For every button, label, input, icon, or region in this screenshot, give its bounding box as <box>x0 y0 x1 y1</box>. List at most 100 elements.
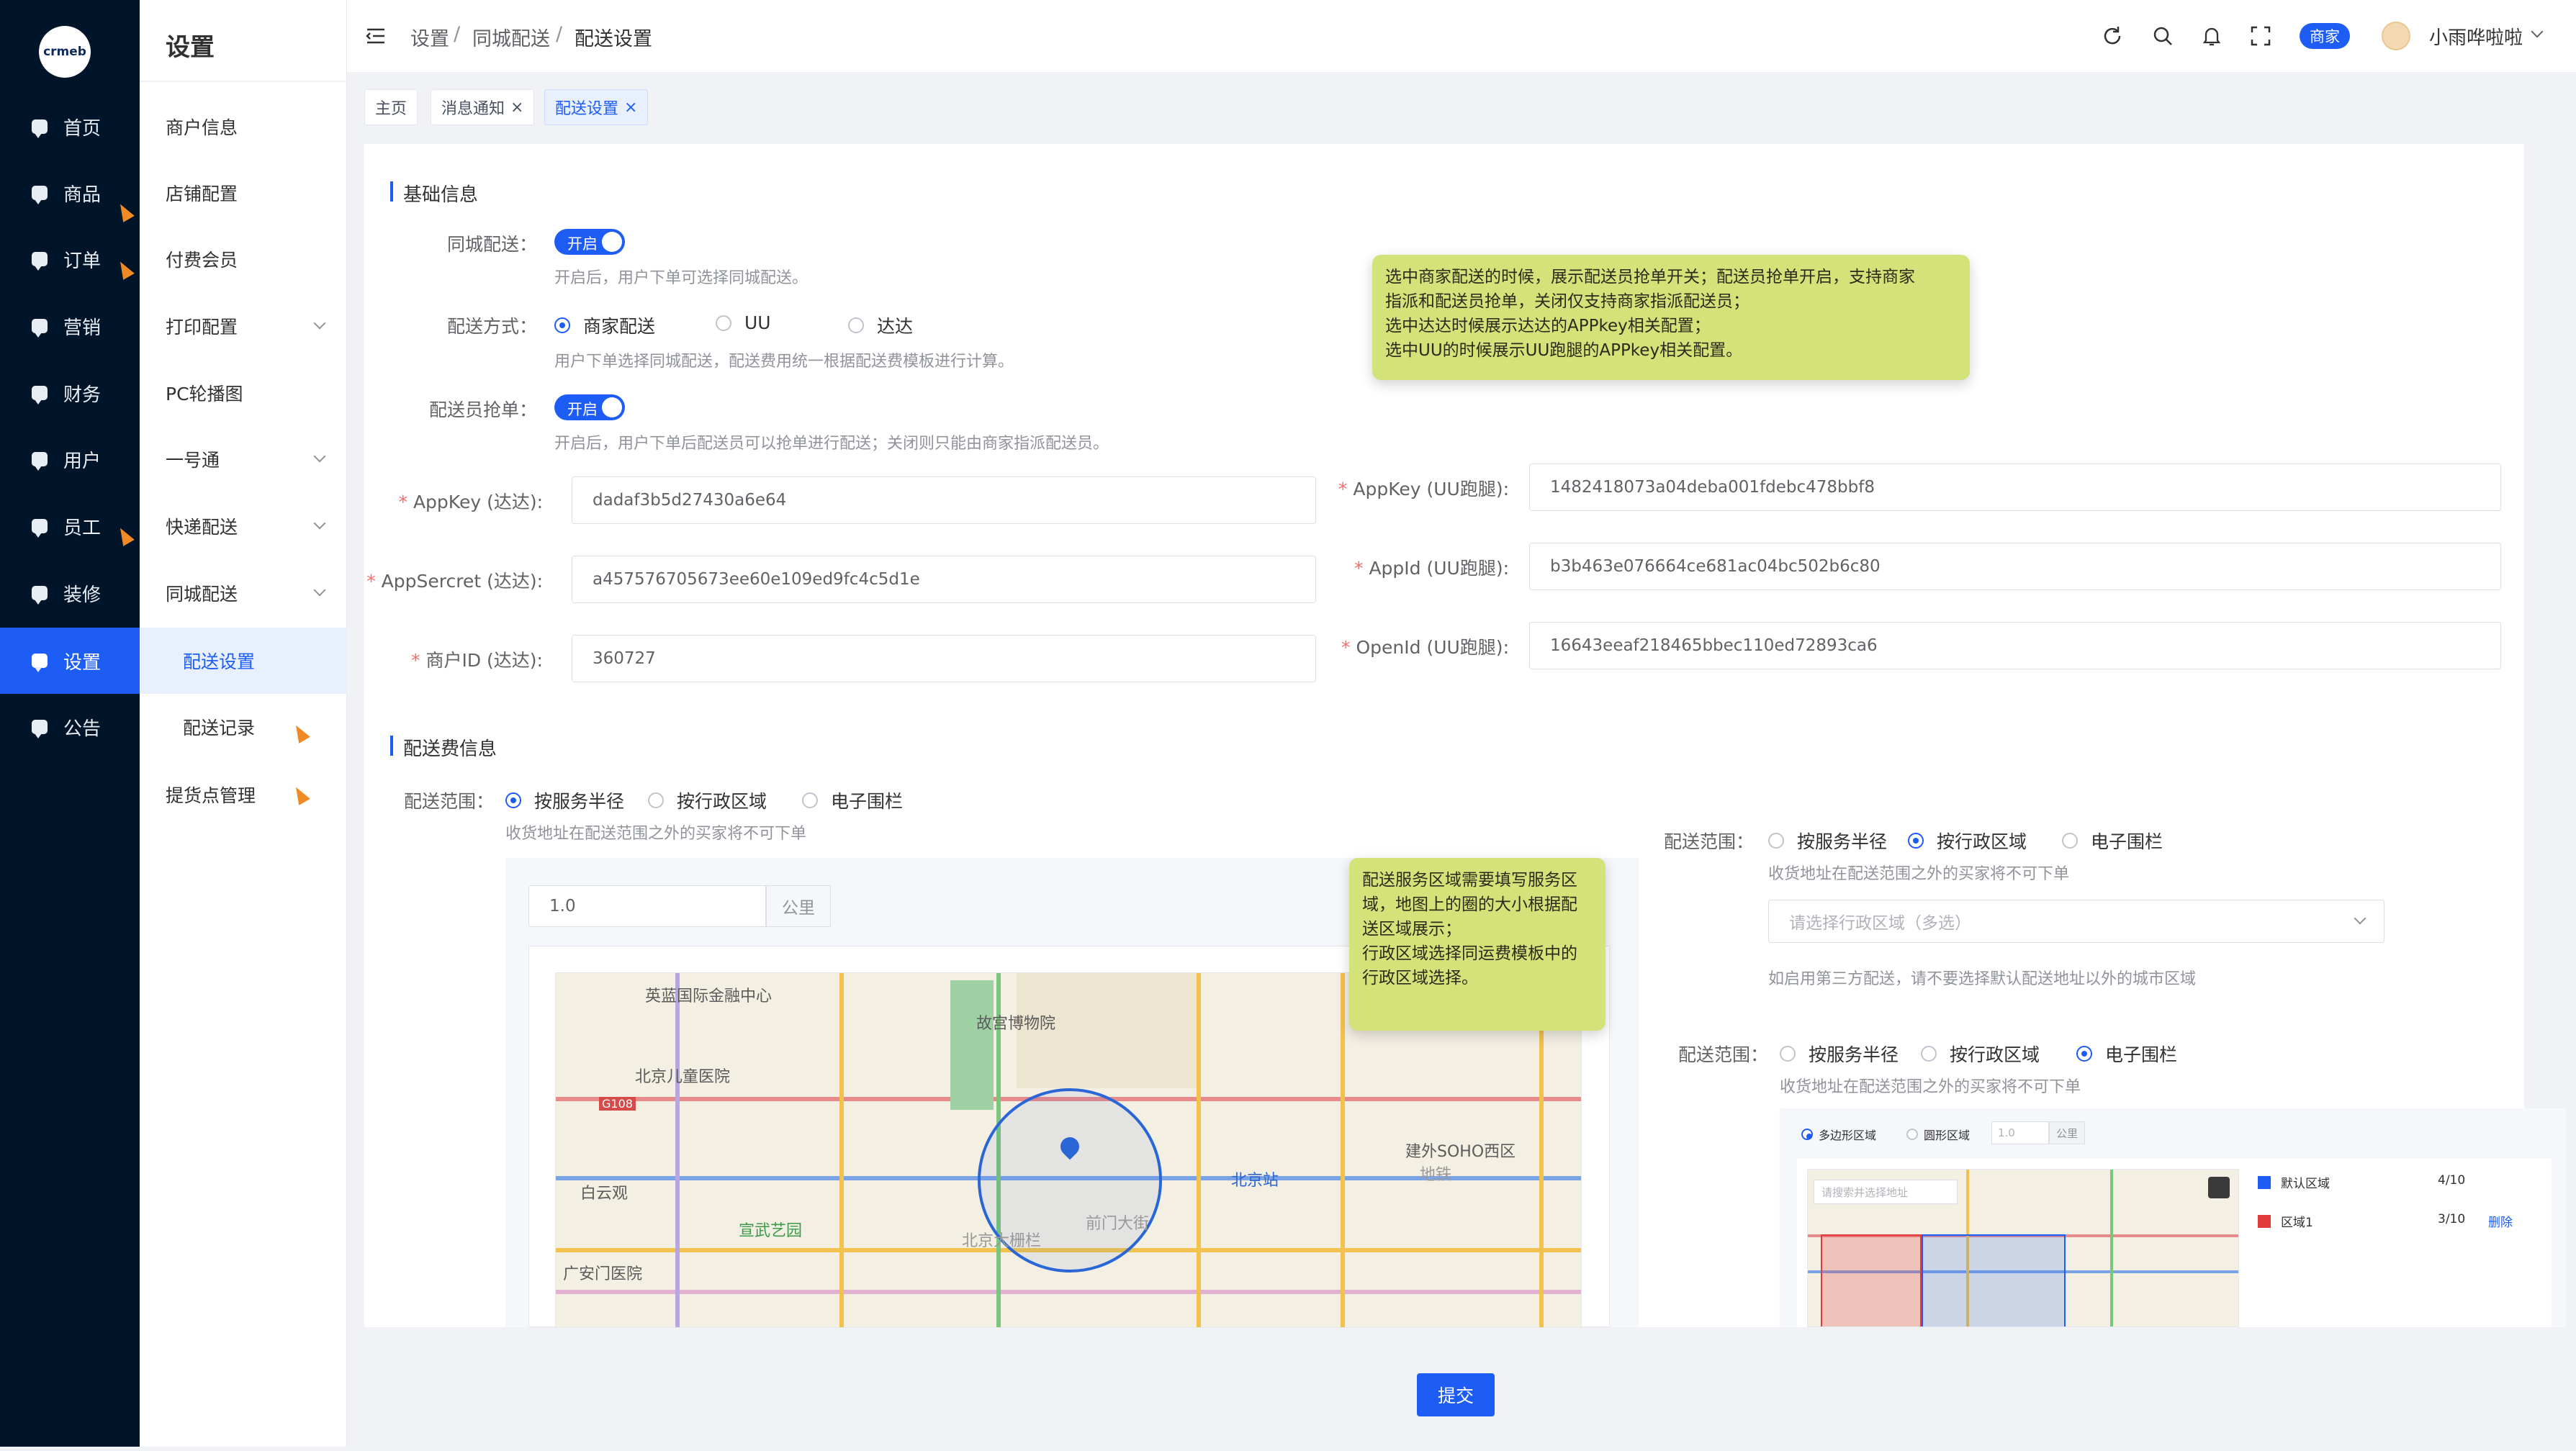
radio-label: 电子围栏 <box>2105 1044 2178 1065</box>
radio-label: 商家配送 <box>583 316 656 337</box>
radio-label: 按行政区域 <box>677 791 767 812</box>
map-poi: 前门大街 <box>1086 1215 1150 1233</box>
subnav-print-config[interactable]: 打印配置 <box>140 293 347 359</box>
range-radio-admin[interactable]: 按行政区域 <box>648 787 767 813</box>
menu-fold-icon[interactable] <box>364 24 387 48</box>
subnav-label: 提货点管理 <box>166 785 256 806</box>
subnav-merchant-info[interactable]: 商户信息 <box>140 94 347 160</box>
field-label-text: AppKey (UU跑腿): <box>1353 479 1509 500</box>
fullscreen-icon[interactable] <box>2249 24 2272 48</box>
area-delete-link[interactable]: 删除 <box>2488 1212 2513 1230</box>
nav-settings[interactable]: 设置 <box>0 628 140 694</box>
uu-appkey-input[interactable]: 1482418073a04deba001fdebc478bbf8 <box>1529 464 2501 511</box>
breadcrumb-item[interactable]: 同城配送 <box>472 23 550 51</box>
admin-region-select[interactable]: 请选择行政区域（多选） <box>1768 900 2384 943</box>
close-icon[interactable]: × <box>624 99 637 117</box>
method-radio-merchant[interactable]: 商家配送 <box>554 312 655 338</box>
area-count: 4/10 <box>2438 1173 2466 1188</box>
dada-merchant-id-input[interactable]: 360727 <box>572 635 1316 682</box>
range-radio-fence[interactable]: 电子围栏 <box>802 787 903 813</box>
range-radio-radius[interactable]: 按服务半径 <box>505 787 624 813</box>
fence-radio-fence[interactable]: 电子围栏 <box>2076 1041 2177 1067</box>
map-poi: 北京站 <box>1231 1172 1279 1190</box>
nav-marketing[interactable]: 营销 <box>0 293 140 359</box>
subnav-pc-banner[interactable]: PC轮播图 <box>140 360 347 426</box>
chevron-down-icon[interactable] <box>2531 25 2544 38</box>
close-icon[interactable]: × <box>510 99 523 117</box>
search-icon[interactable] <box>2151 24 2174 48</box>
nav-users[interactable]: 用户 <box>0 426 140 492</box>
fence-circle-input[interactable]: 1.0 <box>1991 1121 2049 1144</box>
tab-home[interactable]: 主页 <box>364 89 418 125</box>
bell-icon[interactable] <box>2200 24 2223 48</box>
fence-radio-radius[interactable]: 按服务半径 <box>1780 1041 1899 1067</box>
dada-appsecret-label: * AppSercret (达达): <box>366 571 543 592</box>
fullscreen-icon[interactable] <box>2208 1177 2230 1198</box>
uu-appid-input[interactable]: b3b463e076664ce681ac04bc502b6c80 <box>1529 543 2501 590</box>
subnav-paid-member[interactable]: 付费会员 <box>140 226 347 292</box>
refresh-icon[interactable] <box>2101 24 2124 48</box>
map-park <box>950 980 994 1110</box>
fence-map[interactable]: 请搜索并选择地址 <box>1807 1169 2239 1327</box>
fence-poly-radio[interactable]: 多边形区域 <box>1801 1126 1876 1143</box>
dada-appkey-input[interactable]: dadaf3b5d27430a6e64 <box>572 476 1316 524</box>
subnav-shop-config[interactable]: 店铺配置 <box>140 160 347 226</box>
nav-finance[interactable]: 财务 <box>0 360 140 426</box>
subnav-express[interactable]: 快递配送 <box>140 493 347 559</box>
fence-map-frame: 请搜索并选择地址 默认区域 4/10 区域1 3/10 删除 <box>1797 1159 2552 1327</box>
radio-label: UU <box>744 312 771 333</box>
tab-delivery-settings[interactable]: 配送设置 × <box>544 89 649 125</box>
nav-orders[interactable]: 订单 <box>0 226 140 292</box>
fence-range-hint: 收货地址在配送范围之外的买家将不可下单 <box>1780 1078 2081 1096</box>
avatar[interactable] <box>2382 22 2410 50</box>
breadcrumb-current: 配送设置 <box>575 28 652 50</box>
dada-appsecret-input[interactable]: a457576705673ee60e109ed9fc4c5d1e <box>572 556 1316 603</box>
tab-notifications[interactable]: 消息通知 × <box>431 89 535 125</box>
switch-knob <box>602 397 622 417</box>
radius-input[interactable]: 1.0 <box>528 885 766 927</box>
subnav-pickup-points[interactable]: 提货点管理 <box>140 761 347 828</box>
brand-logo[interactable]: crmeb <box>39 26 91 78</box>
admin-radio-fence[interactable]: 电子围栏 <box>2062 828 2163 854</box>
tooltip-line: 指派和配送员抢单，关闭仅支持商家指派配送员； <box>1385 292 1749 311</box>
merchant-badge: 商家 <box>2300 23 2350 49</box>
subnav-delivery-settings[interactable]: 配送设置 <box>140 628 347 694</box>
subnav-delivery-records[interactable]: 配送记录 <box>140 694 347 760</box>
method-radio-uu[interactable]: UU <box>716 312 771 333</box>
radio-dot <box>648 792 664 808</box>
tab-label: 主页 <box>375 100 407 118</box>
uu-openid-input[interactable]: 16643eeaf218465bbec110ed72893ca6 <box>1529 622 2501 669</box>
nav-decoration[interactable]: 装修 <box>0 560 140 626</box>
admin-radio-radius[interactable]: 按服务半径 <box>1768 828 1887 854</box>
method-radio-dada[interactable]: 达达 <box>848 312 913 338</box>
fence-map-search[interactable]: 请搜索并选择地址 <box>1814 1180 1958 1204</box>
map-poi: G108 <box>599 1097 636 1111</box>
subnav-yihaotong[interactable]: 一号通 <box>140 426 347 492</box>
nav-products[interactable]: 商品 <box>0 160 140 226</box>
area-name: 默认区域 <box>2281 1177 2330 1191</box>
submit-button[interactable]: 提交 <box>1417 1373 1495 1416</box>
chat-icon <box>32 252 48 271</box>
chevron-down-icon <box>313 584 326 597</box>
fence-circle-radio[interactable]: 圆形区域 <box>1906 1126 1970 1143</box>
delivery-method-tooltip: 选中商家配送的时候，展示配送员抢单开关；配送员抢单开启，支持商家 指派和配送员抢… <box>1372 255 1970 380</box>
grab-switch[interactable]: 开启 <box>554 394 625 420</box>
radio-dot <box>2076 1046 2092 1062</box>
radio-label: 按行政区域 <box>1937 831 2027 852</box>
nav-staff[interactable]: 员工 <box>0 493 140 559</box>
breadcrumb-item[interactable]: 设置 <box>410 23 449 51</box>
nav-home[interactable]: 首页 <box>0 94 140 160</box>
map-poi: 北京儿童医院 <box>635 1068 731 1086</box>
chevron-down-icon <box>313 317 326 330</box>
subnav-label: 付费会员 <box>166 250 238 271</box>
map-poi: 地铁 <box>1420 1166 1452 1184</box>
subnav-city-delivery[interactable]: 同城配送 <box>140 560 347 626</box>
chat-icon <box>32 654 48 672</box>
fence-radio-admin[interactable]: 按行政区域 <box>1921 1041 2040 1067</box>
subnav-label: 同城配送 <box>166 584 238 605</box>
username[interactable]: 小雨哗啦啦 <box>2429 23 2523 50</box>
city-delivery-switch[interactable]: 开启 <box>554 229 625 255</box>
nav-announcements[interactable]: 公告 <box>0 694 140 760</box>
fence-area-red <box>1821 1234 1922 1326</box>
admin-radio-admin[interactable]: 按行政区域 <box>1908 828 2027 854</box>
